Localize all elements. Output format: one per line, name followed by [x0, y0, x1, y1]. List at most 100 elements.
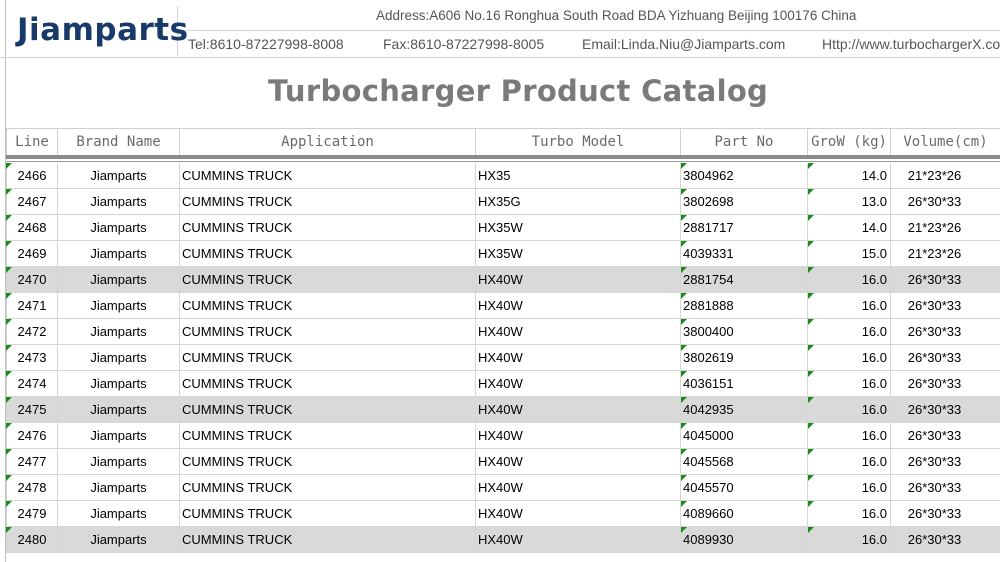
line-cell[interactable]: 2474: [6, 371, 57, 397]
volume-cell[interactable]: 26*30*33: [890, 319, 1000, 345]
line-cell[interactable]: 2479: [6, 501, 57, 527]
brand-cell[interactable]: Jiamparts: [57, 371, 179, 397]
volume-cell[interactable]: 26*30*33: [890, 345, 1000, 371]
application-cell[interactable]: CUMMINS TRUCK: [179, 293, 475, 319]
part-no-cell[interactable]: 2881717: [680, 215, 807, 241]
part-no-cell[interactable]: 4045000: [680, 423, 807, 449]
table-row[interactable]: 2467 Jiamparts CUMMINS TRUCK HX35G 3802698 13…: [6, 189, 1000, 215]
turbo-model-cell[interactable]: HX40W: [475, 319, 680, 345]
table-row[interactable]: 2475 Jiamparts CUMMINS TRUCK HX40W 4042935 16…: [6, 397, 1000, 423]
volume-cell[interactable]: 26*30*33: [890, 293, 1000, 319]
turbo-model-cell[interactable]: HX35: [475, 163, 680, 189]
grow-weight-cell[interactable]: 16.0: [807, 319, 890, 345]
volume-cell[interactable]: 26*30*33: [890, 423, 1000, 449]
grow-weight-cell[interactable]: 16.0: [807, 527, 890, 553]
brand-cell[interactable]: Jiamparts: [57, 475, 179, 501]
table-row[interactable]: 2473 Jiamparts CUMMINS TRUCK HX40W 3802619 16…: [6, 345, 1000, 371]
turbo-model-cell[interactable]: HX40W: [475, 345, 680, 371]
table-row[interactable]: 2476 Jiamparts CUMMINS TRUCK HX40W 4045000 16…: [6, 423, 1000, 449]
turbo-model-cell[interactable]: HX40W: [475, 449, 680, 475]
part-no-cell[interactable]: 4045570: [680, 475, 807, 501]
application-cell[interactable]: CUMMINS TRUCK: [179, 345, 475, 371]
application-cell[interactable]: CUMMINS TRUCK: [179, 371, 475, 397]
part-no-cell[interactable]: 3802619: [680, 345, 807, 371]
turbo-model-cell[interactable]: HX40W: [475, 501, 680, 527]
application-cell[interactable]: CUMMINS TRUCK: [179, 189, 475, 215]
grow-weight-cell[interactable]: 16.0: [807, 371, 890, 397]
column-header-turbo-model[interactable]: Turbo Model: [475, 129, 680, 155]
turbo-model-cell[interactable]: HX35G: [475, 189, 680, 215]
line-cell[interactable]: 2478: [6, 475, 57, 501]
part-no-cell[interactable]: 2881888: [680, 293, 807, 319]
brand-cell[interactable]: Jiamparts: [57, 423, 179, 449]
volume-cell[interactable]: 26*30*33: [890, 267, 1000, 293]
grow-weight-cell[interactable]: 14.0: [807, 215, 890, 241]
table-row[interactable]: 2479 Jiamparts CUMMINS TRUCK HX40W 4089660 16…: [6, 501, 1000, 527]
part-no-cell[interactable]: 3800400: [680, 319, 807, 345]
part-no-cell[interactable]: 4045568: [680, 449, 807, 475]
part-no-cell[interactable]: 2881754: [680, 267, 807, 293]
column-header-brand[interactable]: Brand Name: [57, 129, 179, 155]
volume-cell[interactable]: 26*30*33: [890, 449, 1000, 475]
line-cell[interactable]: 2469: [6, 241, 57, 267]
line-cell[interactable]: 2468: [6, 215, 57, 241]
brand-cell[interactable]: Jiamparts: [57, 397, 179, 423]
line-cell[interactable]: 2473: [6, 345, 57, 371]
application-cell[interactable]: CUMMINS TRUCK: [179, 267, 475, 293]
grow-weight-cell[interactable]: 16.0: [807, 345, 890, 371]
application-cell[interactable]: CUMMINS TRUCK: [179, 475, 475, 501]
application-cell[interactable]: CUMMINS TRUCK: [179, 163, 475, 189]
brand-cell[interactable]: Jiamparts: [57, 215, 179, 241]
volume-cell[interactable]: 26*30*33: [890, 475, 1000, 501]
part-no-cell[interactable]: 4089930: [680, 527, 807, 553]
turbo-model-cell[interactable]: HX35W: [475, 241, 680, 267]
application-cell[interactable]: CUMMINS TRUCK: [179, 501, 475, 527]
grow-weight-cell[interactable]: 16.0: [807, 397, 890, 423]
brand-cell[interactable]: Jiamparts: [57, 527, 179, 553]
turbo-model-cell[interactable]: HX40W: [475, 397, 680, 423]
brand-cell[interactable]: Jiamparts: [57, 189, 179, 215]
column-header-line[interactable]: Line: [6, 129, 57, 155]
part-no-cell[interactable]: 3804962: [680, 163, 807, 189]
brand-cell[interactable]: Jiamparts: [57, 241, 179, 267]
brand-cell[interactable]: Jiamparts: [57, 293, 179, 319]
turbo-model-cell[interactable]: HX40W: [475, 423, 680, 449]
volume-cell[interactable]: 26*30*33: [890, 189, 1000, 215]
column-header-application[interactable]: Application: [179, 129, 475, 155]
grow-weight-cell[interactable]: 16.0: [807, 501, 890, 527]
turbo-model-cell[interactable]: HX40W: [475, 527, 680, 553]
volume-cell[interactable]: 21*23*26: [890, 215, 1000, 241]
table-row[interactable]: 2470 Jiamparts CUMMINS TRUCK HX40W 2881754 16…: [6, 267, 1000, 293]
grow-weight-cell[interactable]: 16.0: [807, 475, 890, 501]
application-cell[interactable]: CUMMINS TRUCK: [179, 449, 475, 475]
column-header-grow[interactable]: GroW (kg): [807, 129, 890, 155]
line-cell[interactable]: 2480: [6, 527, 57, 553]
turbo-model-cell[interactable]: HX40W: [475, 293, 680, 319]
part-no-cell[interactable]: 4042935: [680, 397, 807, 423]
column-header-part-no[interactable]: Part No: [680, 129, 807, 155]
table-row[interactable]: 2468 Jiamparts CUMMINS TRUCK HX35W 2881717 14…: [6, 215, 1000, 241]
application-cell[interactable]: CUMMINS TRUCK: [179, 215, 475, 241]
table-row[interactable]: 2466 Jiamparts CUMMINS TRUCK HX35 3804962 14.…: [6, 163, 1000, 189]
column-header-volume[interactable]: Volume(cm): [890, 129, 1000, 155]
table-row[interactable]: 2471 Jiamparts CUMMINS TRUCK HX40W 2881888 16…: [6, 293, 1000, 319]
part-no-cell[interactable]: 4039331: [680, 241, 807, 267]
grow-weight-cell[interactable]: 14.0: [807, 163, 890, 189]
application-cell[interactable]: CUMMINS TRUCK: [179, 319, 475, 345]
turbo-model-cell[interactable]: HX40W: [475, 475, 680, 501]
volume-cell[interactable]: 21*23*26: [890, 163, 1000, 189]
table-row[interactable]: 2477 Jiamparts CUMMINS TRUCK HX40W 4045568 16…: [6, 449, 1000, 475]
brand-cell[interactable]: Jiamparts: [57, 345, 179, 371]
line-cell[interactable]: 2477: [6, 449, 57, 475]
table-row[interactable]: 2472 Jiamparts CUMMINS TRUCK HX40W 3800400 16…: [6, 319, 1000, 345]
volume-cell[interactable]: 21*23*26: [890, 241, 1000, 267]
grow-weight-cell[interactable]: 15.0: [807, 241, 890, 267]
grow-weight-cell[interactable]: 16.0: [807, 423, 890, 449]
volume-cell[interactable]: 26*30*33: [890, 501, 1000, 527]
volume-cell[interactable]: 26*30*33: [890, 371, 1000, 397]
line-cell[interactable]: 2475: [6, 397, 57, 423]
volume-cell[interactable]: 26*30*33: [890, 397, 1000, 423]
turbo-model-cell[interactable]: HX40W: [475, 371, 680, 397]
part-no-cell[interactable]: 3802698: [680, 189, 807, 215]
turbo-model-cell[interactable]: HX40W: [475, 267, 680, 293]
